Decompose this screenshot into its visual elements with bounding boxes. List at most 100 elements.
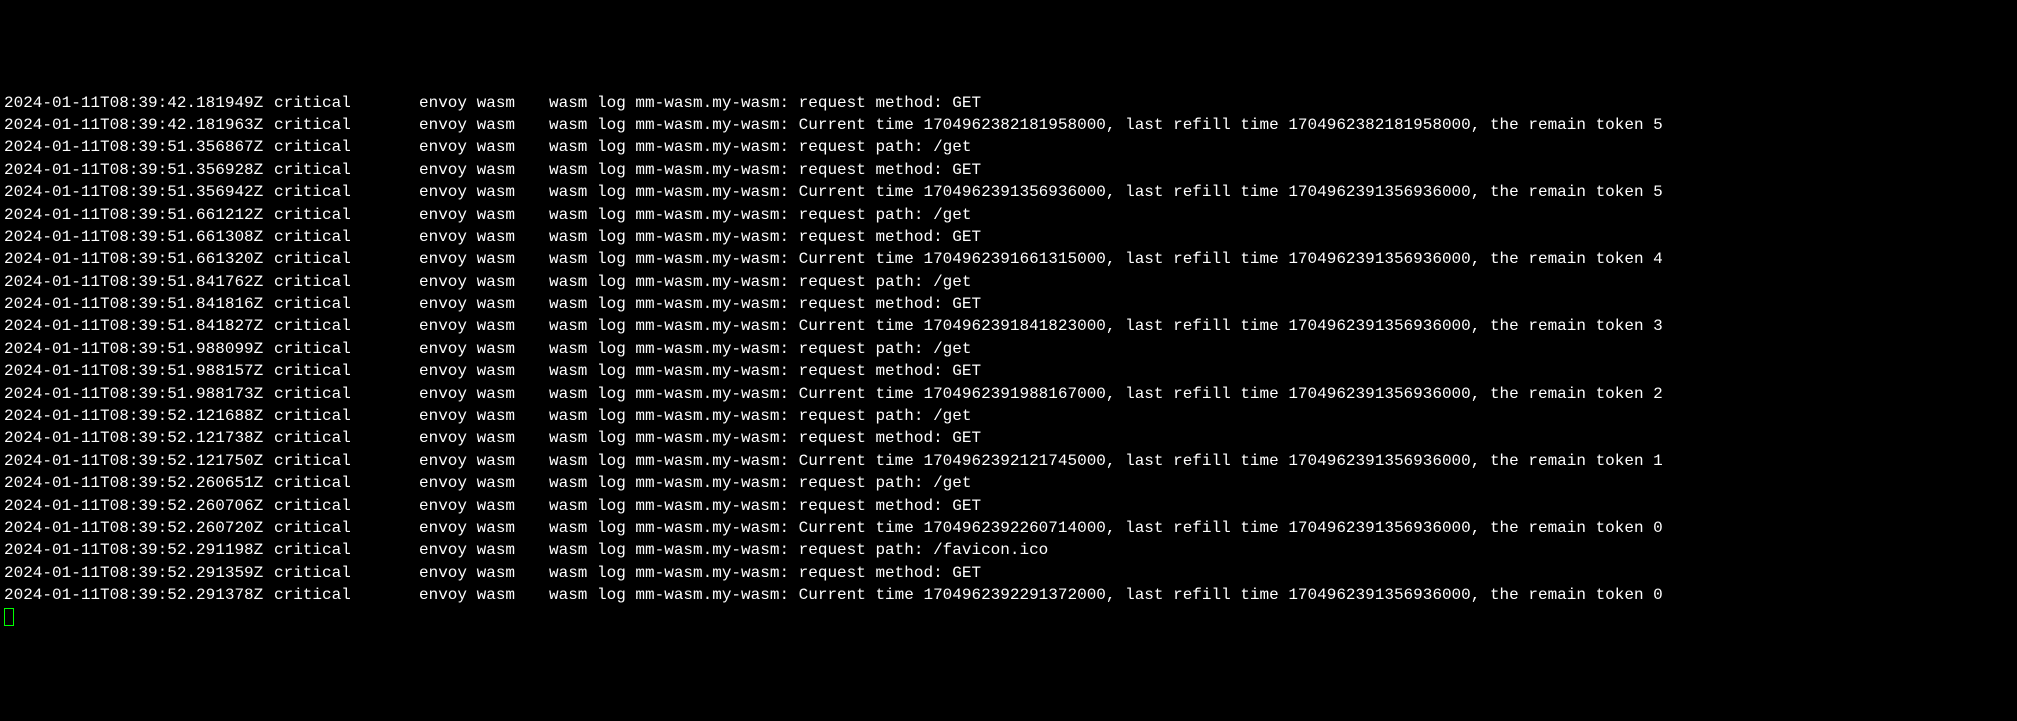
log-source: envoy wasm	[419, 293, 549, 315]
log-level: critical	[274, 495, 419, 517]
terminal-output: 2024-01-11T08:39:42.181949Zcriticalenvoy…	[4, 92, 2013, 607]
log-line: 2024-01-11T08:39:52.260720Zcriticalenvoy…	[4, 517, 2013, 539]
log-level: critical	[274, 293, 419, 315]
log-timestamp: 2024-01-11T08:39:52.260720Z	[4, 517, 274, 539]
log-level: critical	[274, 338, 419, 360]
log-message: wasm log mm-wasm.my-wasm: Current time 1…	[549, 519, 1663, 537]
log-line: 2024-01-11T08:39:52.291198Zcriticalenvoy…	[4, 539, 2013, 561]
log-level: critical	[274, 226, 419, 248]
log-message: wasm log mm-wasm.my-wasm: request method…	[549, 362, 981, 380]
log-line: 2024-01-11T08:39:52.291378Zcriticalenvoy…	[4, 584, 2013, 606]
log-line: 2024-01-11T08:39:51.356928Zcriticalenvoy…	[4, 159, 2013, 181]
log-message: wasm log mm-wasm.my-wasm: request path: …	[549, 206, 971, 224]
log-timestamp: 2024-01-11T08:39:52.291198Z	[4, 539, 274, 561]
log-source: envoy wasm	[419, 405, 549, 427]
log-source: envoy wasm	[419, 495, 549, 517]
log-line: 2024-01-11T08:39:52.260651Zcriticalenvoy…	[4, 472, 2013, 494]
log-timestamp: 2024-01-11T08:39:51.841816Z	[4, 293, 274, 315]
log-level: critical	[274, 360, 419, 382]
log-message: wasm log mm-wasm.my-wasm: request method…	[549, 161, 981, 179]
log-timestamp: 2024-01-11T08:39:51.661308Z	[4, 226, 274, 248]
log-line: 2024-01-11T08:39:51.841762Zcriticalenvoy…	[4, 271, 2013, 293]
log-line: 2024-01-11T08:39:51.356942Zcriticalenvoy…	[4, 181, 2013, 203]
log-message: wasm log mm-wasm.my-wasm: request method…	[549, 429, 981, 447]
log-message: wasm log mm-wasm.my-wasm: request path: …	[549, 273, 971, 291]
log-message: wasm log mm-wasm.my-wasm: Current time 1…	[549, 385, 1663, 403]
log-line: 2024-01-11T08:39:51.661308Zcriticalenvoy…	[4, 226, 2013, 248]
log-timestamp: 2024-01-11T08:39:51.356928Z	[4, 159, 274, 181]
terminal-cursor[interactable]	[4, 608, 14, 626]
log-source: envoy wasm	[419, 248, 549, 270]
log-level: critical	[274, 248, 419, 270]
log-line: 2024-01-11T08:39:42.181949Zcriticalenvoy…	[4, 92, 2013, 114]
log-line: 2024-01-11T08:39:51.841827Zcriticalenvoy…	[4, 315, 2013, 337]
log-line: 2024-01-11T08:39:52.121738Zcriticalenvoy…	[4, 427, 2013, 449]
log-timestamp: 2024-01-11T08:39:52.260706Z	[4, 495, 274, 517]
log-level: critical	[274, 472, 419, 494]
log-source: envoy wasm	[419, 584, 549, 606]
log-level: critical	[274, 539, 419, 561]
log-level: critical	[274, 427, 419, 449]
log-timestamp: 2024-01-11T08:39:52.121688Z	[4, 405, 274, 427]
log-timestamp: 2024-01-11T08:39:52.260651Z	[4, 472, 274, 494]
log-level: critical	[274, 584, 419, 606]
log-level: critical	[274, 383, 419, 405]
log-timestamp: 2024-01-11T08:39:51.356942Z	[4, 181, 274, 203]
log-level: critical	[274, 315, 419, 337]
log-message: wasm log mm-wasm.my-wasm: Current time 1…	[549, 183, 1663, 201]
log-source: envoy wasm	[419, 204, 549, 226]
log-source: envoy wasm	[419, 360, 549, 382]
log-message: wasm log mm-wasm.my-wasm: request path: …	[549, 340, 971, 358]
log-message: wasm log mm-wasm.my-wasm: request method…	[549, 497, 981, 515]
log-message: wasm log mm-wasm.my-wasm: request path: …	[549, 541, 1048, 559]
log-line: 2024-01-11T08:39:52.121750Zcriticalenvoy…	[4, 450, 2013, 472]
log-line: 2024-01-11T08:39:52.291359Zcriticalenvoy…	[4, 562, 2013, 584]
log-source: envoy wasm	[419, 315, 549, 337]
log-line: 2024-01-11T08:39:51.356867Zcriticalenvoy…	[4, 136, 2013, 158]
log-source: envoy wasm	[419, 472, 549, 494]
log-message: wasm log mm-wasm.my-wasm: Current time 1…	[549, 586, 1663, 604]
log-timestamp: 2024-01-11T08:39:42.181949Z	[4, 92, 274, 114]
log-level: critical	[274, 114, 419, 136]
log-line: 2024-01-11T08:39:51.988157Zcriticalenvoy…	[4, 360, 2013, 382]
log-timestamp: 2024-01-11T08:39:51.661212Z	[4, 204, 274, 226]
log-message: wasm log mm-wasm.my-wasm: request method…	[549, 228, 981, 246]
log-timestamp: 2024-01-11T08:39:52.121738Z	[4, 427, 274, 449]
log-line: 2024-01-11T08:39:51.661212Zcriticalenvoy…	[4, 204, 2013, 226]
log-level: critical	[274, 517, 419, 539]
log-level: critical	[274, 204, 419, 226]
log-source: envoy wasm	[419, 338, 549, 360]
log-message: wasm log mm-wasm.my-wasm: Current time 1…	[549, 452, 1663, 470]
log-message: wasm log mm-wasm.my-wasm: request method…	[549, 564, 981, 582]
log-timestamp: 2024-01-11T08:39:52.291359Z	[4, 562, 274, 584]
log-message: wasm log mm-wasm.my-wasm: Current time 1…	[549, 317, 1663, 335]
log-level: critical	[274, 405, 419, 427]
log-message: wasm log mm-wasm.my-wasm: request path: …	[549, 407, 971, 425]
log-timestamp: 2024-01-11T08:39:51.988173Z	[4, 383, 274, 405]
log-source: envoy wasm	[419, 136, 549, 158]
log-timestamp: 2024-01-11T08:39:51.356867Z	[4, 136, 274, 158]
log-source: envoy wasm	[419, 271, 549, 293]
log-timestamp: 2024-01-11T08:39:42.181963Z	[4, 114, 274, 136]
log-source: envoy wasm	[419, 562, 549, 584]
log-level: critical	[274, 562, 419, 584]
log-source: envoy wasm	[419, 383, 549, 405]
log-message: wasm log mm-wasm.my-wasm: request path: …	[549, 474, 971, 492]
log-timestamp: 2024-01-11T08:39:52.291378Z	[4, 584, 274, 606]
log-line: 2024-01-11T08:39:52.260706Zcriticalenvoy…	[4, 495, 2013, 517]
log-line: 2024-01-11T08:39:42.181963Zcriticalenvoy…	[4, 114, 2013, 136]
log-message: wasm log mm-wasm.my-wasm: request path: …	[549, 138, 971, 156]
log-source: envoy wasm	[419, 450, 549, 472]
log-line: 2024-01-11T08:39:51.661320Zcriticalenvoy…	[4, 248, 2013, 270]
log-message: wasm log mm-wasm.my-wasm: request method…	[549, 94, 981, 112]
log-line: 2024-01-11T08:39:52.121688Zcriticalenvoy…	[4, 405, 2013, 427]
log-timestamp: 2024-01-11T08:39:51.988099Z	[4, 338, 274, 360]
log-source: envoy wasm	[419, 517, 549, 539]
log-source: envoy wasm	[419, 226, 549, 248]
log-source: envoy wasm	[419, 539, 549, 561]
log-timestamp: 2024-01-11T08:39:52.121750Z	[4, 450, 274, 472]
log-level: critical	[274, 159, 419, 181]
log-source: envoy wasm	[419, 159, 549, 181]
log-source: envoy wasm	[419, 114, 549, 136]
log-message: wasm log mm-wasm.my-wasm: Current time 1…	[549, 250, 1663, 268]
